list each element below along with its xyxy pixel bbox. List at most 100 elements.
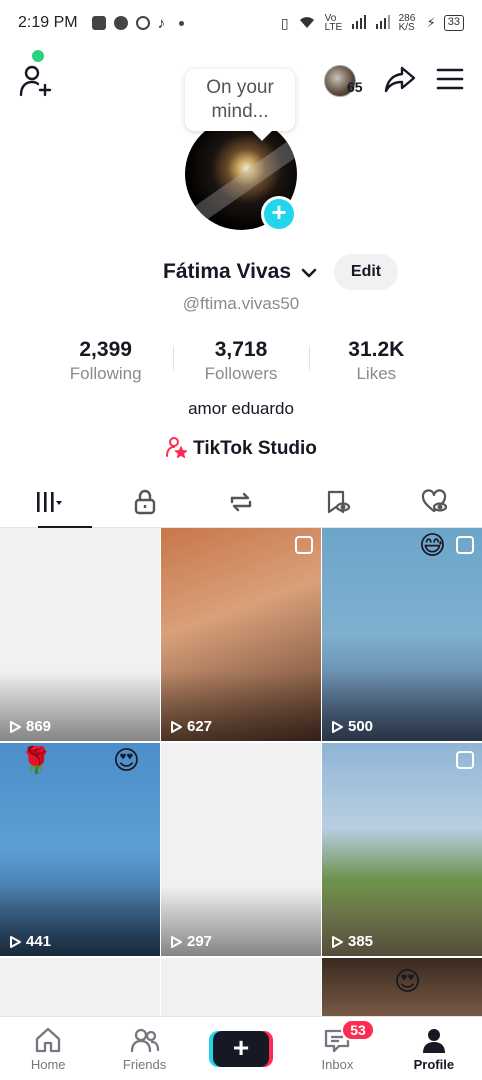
play-icon <box>10 935 21 948</box>
network-type: Vo LTE <box>324 13 343 33</box>
profile-icon <box>422 1029 445 1053</box>
view-count-value: 385 <box>348 933 374 950</box>
viewer-count: 65 <box>347 78 363 95</box>
view-count-value: 297 <box>187 933 213 950</box>
tiktok-app-icon: ♪ <box>157 14 166 32</box>
play-icon <box>332 935 343 948</box>
share-profile-button[interactable] <box>384 64 416 99</box>
system-status-icons: ▯ Vo LTE 286 K/S ⚡ 33 <box>281 14 464 33</box>
video-tile[interactable] <box>0 958 160 1018</box>
photo-carousel-icon <box>456 751 474 769</box>
video-tile[interactable]: 627 <box>161 528 321 741</box>
tab-reposts[interactable] <box>193 476 289 527</box>
view-count: 500 <box>330 718 373 735</box>
story-viewers-button[interactable]: 65 <box>324 64 364 99</box>
nav-profile[interactable]: Profile <box>386 1017 482 1080</box>
grid-videos-icon <box>37 491 63 512</box>
chat-app-icon <box>113 16 128 30</box>
tab-saved[interactable] <box>289 476 385 527</box>
heart-eyes-emoji-icon: 😍 <box>112 745 140 775</box>
username: @ftima.vivas50 <box>182 294 300 313</box>
video-grid: 869 627 😅 500 🌹 😍 441 297 385 😍 <box>0 528 482 1018</box>
more-notifications-icon <box>179 20 185 26</box>
stat-label: Followers <box>204 364 278 383</box>
stat-value: 31.2K <box>348 338 405 361</box>
hamburger-menu-icon <box>436 68 464 90</box>
nav-home-label: Home <box>30 1057 66 1072</box>
signal-icon <box>351 14 367 32</box>
home-icon <box>36 1027 61 1053</box>
account-switch-button[interactable] <box>300 264 318 282</box>
nav-home[interactable]: Home <box>0 1017 96 1080</box>
top-right-actions: 65 <box>324 64 464 99</box>
status-bar: 2:19 PM ♪ ▯ Vo LTE 286 K/S ⚡ 33 <box>0 0 482 46</box>
create-button[interactable]: + <box>213 1031 270 1067</box>
tab-videos[interactable] <box>0 476 96 528</box>
notification-icons: ♪ <box>91 14 185 32</box>
chevron-down-icon <box>301 268 317 278</box>
video-tile[interactable]: 🌹 😍 441 <box>0 743 160 956</box>
profile-bio: amor eduardo <box>188 399 294 418</box>
tiktok-studio-link[interactable]: TikTok Studio <box>0 436 482 460</box>
video-tile[interactable]: 😅 500 <box>322 528 482 741</box>
tab-private[interactable] <box>96 476 192 527</box>
online-status-dot <box>32 50 44 62</box>
circle-app-icon <box>135 16 150 30</box>
nav-friends-label: Friends <box>122 1057 167 1072</box>
nav-create[interactable]: + <box>193 1017 289 1080</box>
stat-label: Following <box>69 364 142 383</box>
view-count: 297 <box>169 933 212 950</box>
studio-label: TikTok Studio <box>193 438 317 459</box>
stat-likes[interactable]: 31.2K Likes <box>308 338 444 384</box>
studio-user-icon <box>166 437 188 458</box>
view-count-value: 441 <box>26 933 52 950</box>
view-count-value: 500 <box>348 718 374 735</box>
add-story-button[interactable]: + <box>261 196 297 232</box>
charging-icon: ⚡ <box>426 15 436 30</box>
view-count: 627 <box>169 718 212 735</box>
nav-inbox[interactable]: 53 Inbox <box>289 1017 385 1080</box>
wifi-icon <box>297 14 317 33</box>
notification-app-icon <box>91 16 106 30</box>
play-icon <box>171 935 182 948</box>
status-time: 2:19 PM <box>18 14 78 31</box>
stat-followers[interactable]: 3,718 Followers <box>173 338 308 384</box>
video-tile[interactable]: 297 <box>161 743 321 956</box>
sweat-smile-emoji-icon: 😅 <box>418 530 446 560</box>
video-tile[interactable]: 385 <box>322 743 482 956</box>
view-count-value: 869 <box>26 718 52 735</box>
profile-stats: 2,399 Following 3,718 Followers 31.2K Li… <box>38 338 444 384</box>
nav-inbox-label: Inbox <box>321 1057 354 1072</box>
view-count: 869 <box>8 718 51 735</box>
video-tile[interactable] <box>161 958 321 1018</box>
nav-friends[interactable]: Friends <box>96 1017 192 1080</box>
lock-icon <box>134 489 155 514</box>
add-friend-button[interactable] <box>18 62 52 98</box>
signal-icon-2 <box>375 14 391 32</box>
stat-value: 3,718 <box>214 338 268 361</box>
heart-eye-icon <box>421 488 447 512</box>
inbox-badge: 53 <box>341 1019 375 1041</box>
stat-following[interactable]: 2,399 Following <box>38 338 173 384</box>
content-tabs <box>0 476 482 528</box>
repost-icon <box>230 492 252 511</box>
tab-liked[interactable] <box>386 476 482 527</box>
display-name[interactable]: Fátima Vivas <box>163 260 291 284</box>
video-tile[interactable]: 869 <box>0 528 160 741</box>
stat-label: Likes <box>356 364 397 383</box>
mind-bubble[interactable]: On your mind... <box>185 69 295 131</box>
friends-icon <box>130 1028 159 1053</box>
video-tile[interactable]: 😍 <box>322 958 482 1018</box>
edit-profile-button[interactable]: Edit <box>334 254 398 290</box>
photo-carousel-icon <box>295 536 313 554</box>
play-icon <box>332 720 343 733</box>
heart-eyes-emoji-icon: 😍 <box>394 966 422 996</box>
photo-carousel-icon <box>456 536 474 554</box>
play-icon <box>171 720 182 733</box>
vibrate-icon: ▯ <box>280 14 289 31</box>
bookmark-eye-icon <box>328 490 351 513</box>
menu-button[interactable] <box>436 67 464 96</box>
rose-emoji-icon: 🌹 <box>20 745 53 775</box>
network-speed: 286 K/S <box>398 13 416 33</box>
nav-profile-label: Profile <box>413 1057 455 1072</box>
